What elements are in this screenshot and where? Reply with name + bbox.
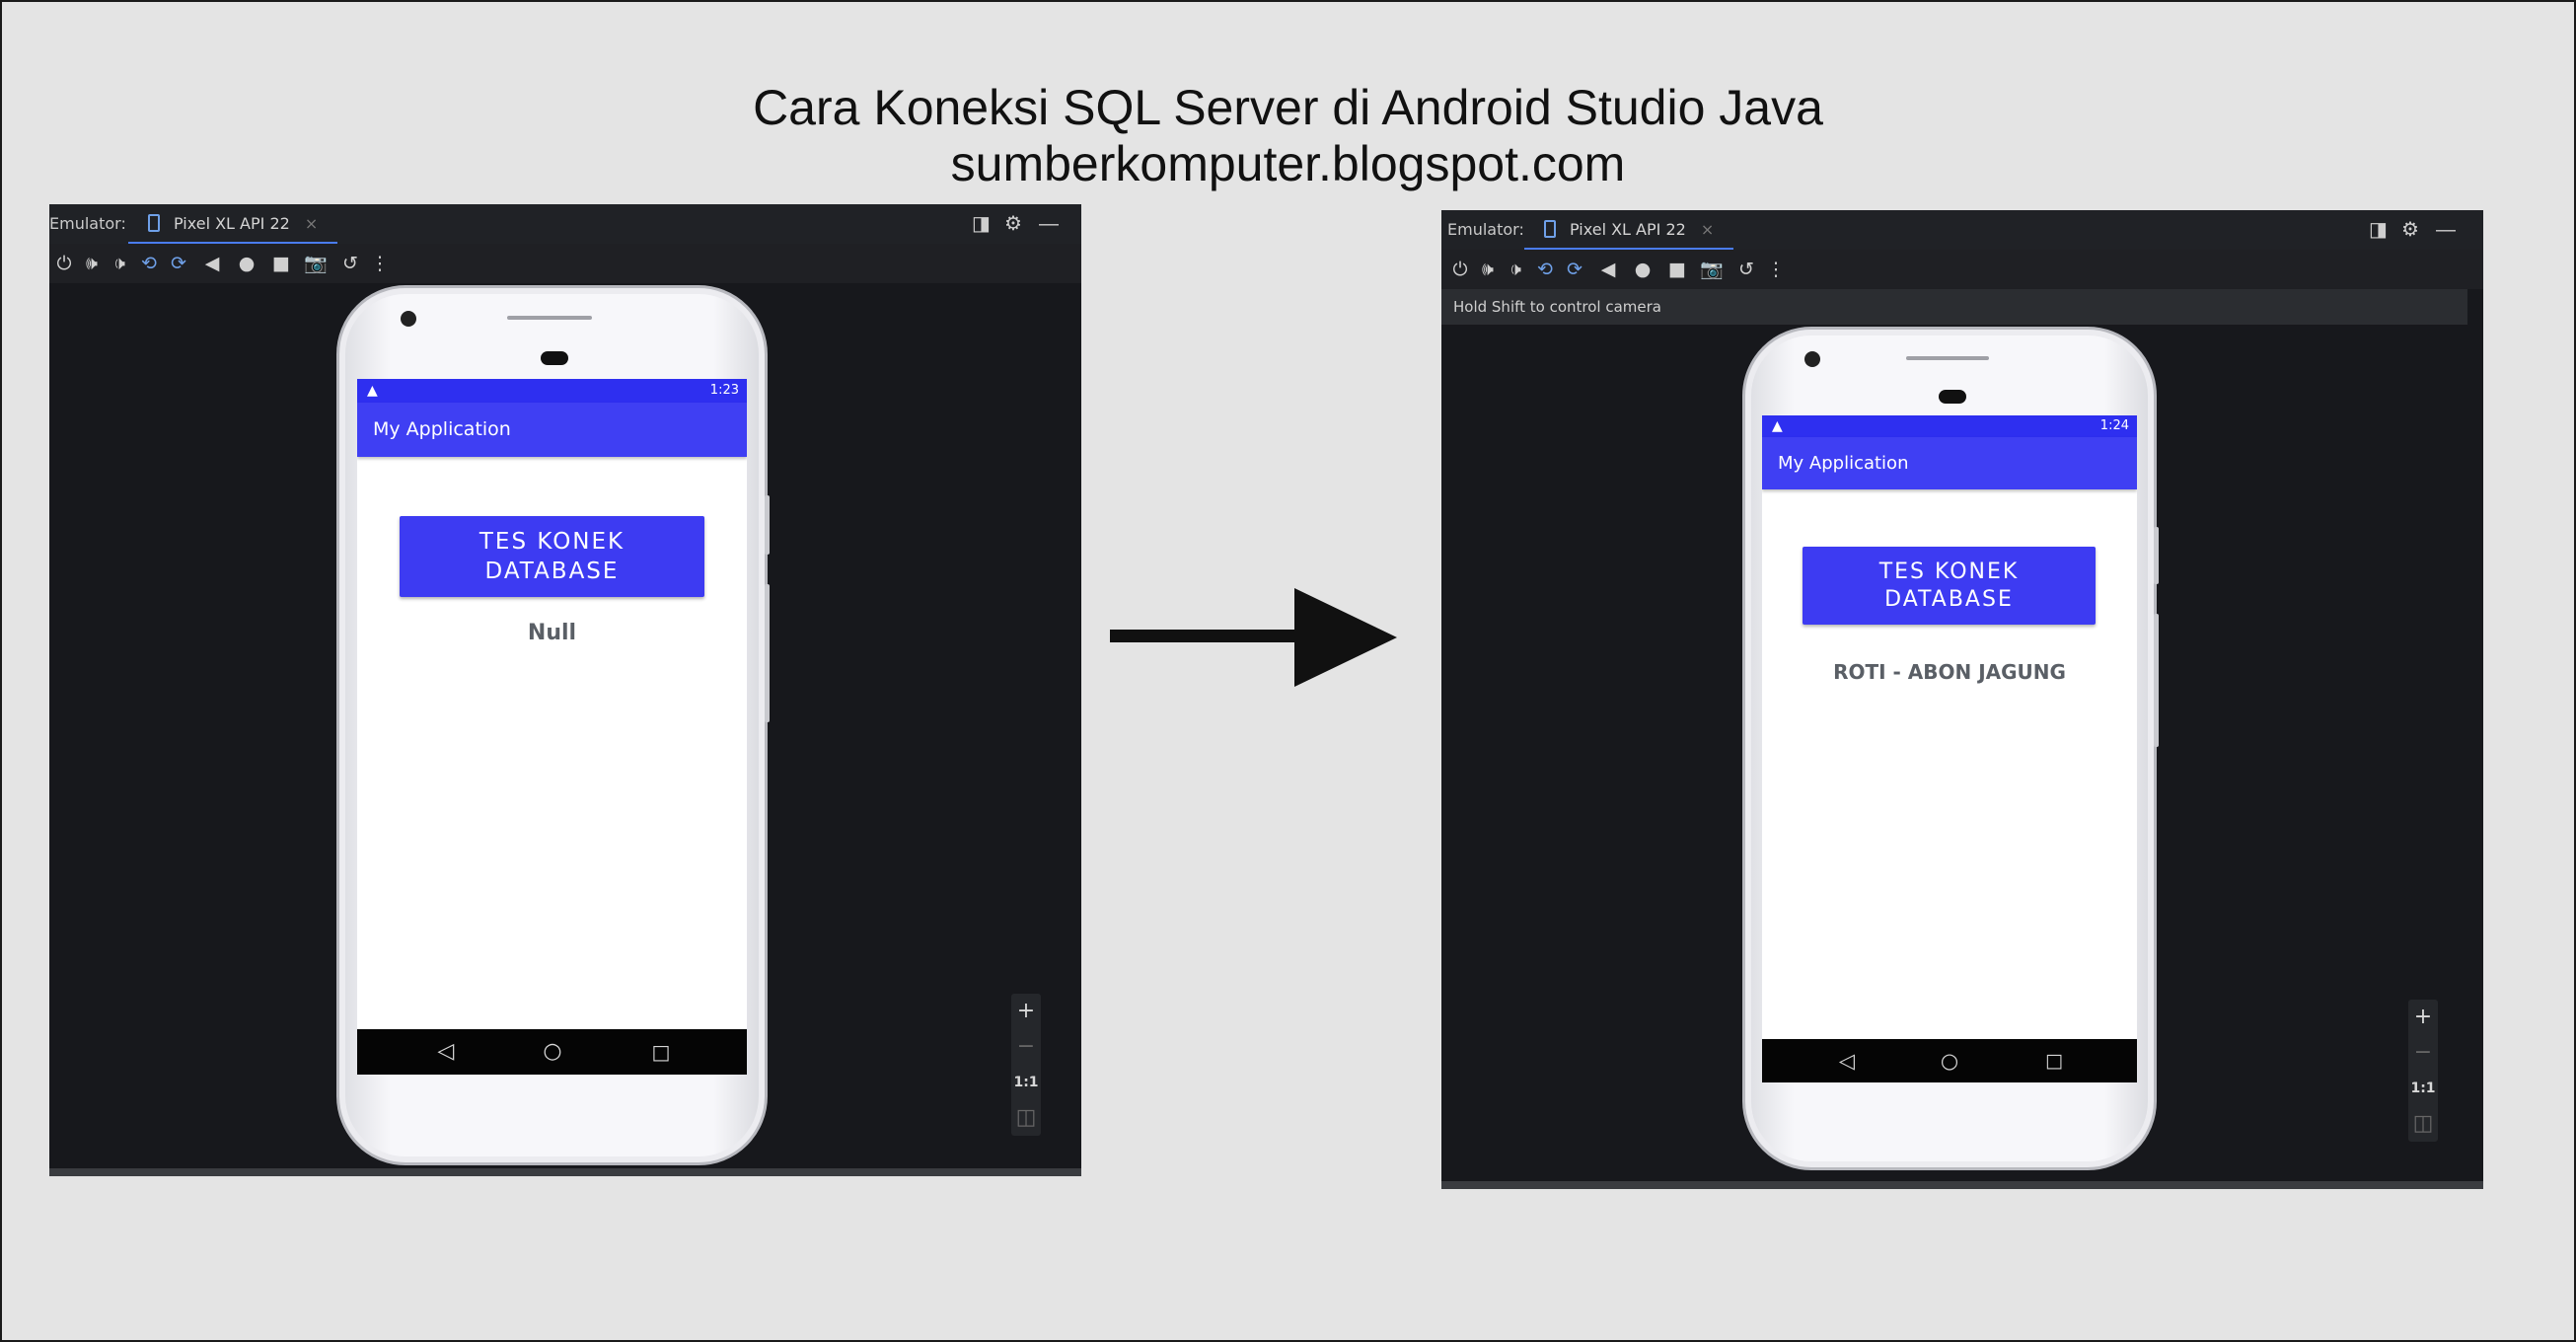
tab-label: Pixel XL API 22 bbox=[174, 214, 290, 233]
result-text: Null bbox=[527, 621, 577, 645]
page-title: Cara Koneksi SQL Server di Android Studi… bbox=[753, 80, 1823, 135]
minimize-icon[interactable]: — bbox=[1039, 204, 1059, 244]
restore-icon[interactable]: ◨ bbox=[972, 204, 991, 244]
rotate-left-icon[interactable]: ⟲ bbox=[134, 244, 164, 283]
phone-frame: ▲ 1:24 My Application TES KONEK DATABASE… bbox=[1742, 327, 2159, 1170]
tab-pixel-xl[interactable]: Pixel XL API 22 × bbox=[1524, 210, 1734, 250]
proximity-sensor bbox=[1939, 390, 1966, 404]
fit-screen-icon[interactable]: ◫ bbox=[1011, 1100, 1041, 1136]
zoom-out-button[interactable]: − bbox=[2408, 1035, 2438, 1071]
camera-hint-bar: Hold Shift to control camera bbox=[1441, 289, 2467, 325]
zoom-out-button[interactable]: − bbox=[1011, 1029, 1041, 1065]
actual-size-button[interactable]: 1:1 bbox=[2408, 1071, 2438, 1106]
emulator-tab-bar: Emulator: Pixel XL API 22 × ◨ ⚙ — bbox=[1441, 210, 2483, 251]
warning-icon: ▲ bbox=[1772, 418, 1783, 434]
phone-power-button bbox=[765, 495, 770, 555]
arrow-shaft bbox=[1110, 630, 1302, 642]
app-bar: My Application bbox=[357, 403, 747, 457]
test-connection-button[interactable]: TES KONEK DATABASE bbox=[400, 516, 704, 597]
screenshot-icon[interactable]: 📷 bbox=[301, 244, 331, 283]
more-icon[interactable]: ⋮ bbox=[365, 244, 395, 283]
test-connection-button[interactable]: TES KONEK DATABASE bbox=[1803, 547, 2096, 625]
test-connection-label: TES KONEK DATABASE bbox=[478, 529, 626, 584]
nav-home-icon[interactable]: ○ bbox=[535, 1029, 570, 1075]
zoom-controls: + − 1:1 ◫ bbox=[2408, 1000, 2438, 1142]
gear-icon[interactable]: ⚙ bbox=[1004, 204, 1022, 244]
power-icon[interactable]: ⏻ bbox=[1445, 250, 1475, 289]
overview-icon[interactable]: ■ bbox=[1662, 250, 1692, 289]
rotate-left-icon[interactable]: ⟲ bbox=[1530, 250, 1560, 289]
page-subtitle: sumberkomputer.blogspot.com bbox=[950, 136, 1626, 191]
front-camera bbox=[401, 311, 416, 327]
nav-back-icon[interactable]: ◁ bbox=[1829, 1039, 1865, 1082]
back-icon[interactable]: ◀ bbox=[197, 244, 227, 283]
emulator-bottom-strip bbox=[49, 1168, 1081, 1176]
volume-up-icon[interactable]: 🕪 bbox=[77, 244, 107, 283]
front-camera bbox=[1804, 351, 1820, 367]
overview-icon[interactable]: ■ bbox=[266, 244, 296, 283]
nav-recents-icon[interactable]: □ bbox=[643, 1029, 679, 1075]
volume-down-icon[interactable]: 🕩 bbox=[105, 244, 134, 283]
emulator-toolbar: ⏻ 🕪 🕩 ⟲ ⟳ ◀ ● ■ 📷 ↺ ⋮ bbox=[1441, 250, 2483, 289]
device-icon bbox=[1544, 220, 1556, 238]
nav-recents-icon[interactable]: □ bbox=[2036, 1039, 2072, 1082]
emulator-label: Emulator: bbox=[49, 214, 126, 233]
tab-label: Pixel XL API 22 bbox=[1570, 220, 1686, 239]
gear-icon[interactable]: ⚙ bbox=[2401, 210, 2419, 250]
rotate-right-icon[interactable]: ⟳ bbox=[1560, 250, 1589, 289]
speaker-grille bbox=[1906, 356, 1989, 360]
undo-icon[interactable]: ↺ bbox=[335, 244, 365, 283]
nav-back-icon[interactable]: ◁ bbox=[428, 1029, 464, 1075]
emulator-panel-left: Emulator: Pixel XL API 22 × ◨ ⚙ — ⏻ 🕪 🕩 … bbox=[49, 204, 1081, 1176]
volume-up-icon[interactable]: 🕪 bbox=[1473, 250, 1503, 289]
emulator-label: Emulator: bbox=[1447, 220, 1524, 239]
emulator-bottom-strip bbox=[1441, 1181, 2483, 1189]
volume-down-icon[interactable]: 🕩 bbox=[1501, 250, 1530, 289]
phone-volume-button bbox=[765, 584, 770, 722]
emulator-panel-right: Emulator: Pixel XL API 22 × ◨ ⚙ — ⏻ 🕪 🕩 … bbox=[1441, 210, 2483, 1189]
arrow-right-icon bbox=[1294, 588, 1397, 687]
undo-icon[interactable]: ↺ bbox=[1731, 250, 1761, 289]
phone-volume-button bbox=[2154, 614, 2159, 747]
zoom-in-button[interactable]: + bbox=[1011, 994, 1041, 1029]
phone-power-button bbox=[2154, 527, 2159, 584]
zoom-controls: + − 1:1 ◫ bbox=[1011, 994, 1041, 1136]
app-title: My Application bbox=[373, 418, 511, 440]
test-connection-label: TES KONEK DATABASE bbox=[1878, 559, 2020, 612]
status-time: 1:24 bbox=[2099, 418, 2129, 433]
phone-frame: ▲ 1:23 My Application TES KONEK DATABASE… bbox=[336, 285, 770, 1165]
rotate-right-icon[interactable]: ⟳ bbox=[164, 244, 193, 283]
app-bar: My Application bbox=[1762, 437, 2137, 489]
fit-screen-icon[interactable]: ◫ bbox=[2408, 1106, 2438, 1142]
status-time: 1:23 bbox=[709, 383, 739, 398]
actual-size-button[interactable]: 1:1 bbox=[1011, 1065, 1041, 1100]
more-icon[interactable]: ⋮ bbox=[1761, 250, 1791, 289]
phone-screen: ▲ 1:23 My Application TES KONEK DATABASE… bbox=[357, 379, 747, 1075]
proximity-sensor bbox=[541, 351, 568, 365]
back-icon[interactable]: ◀ bbox=[1593, 250, 1623, 289]
warning-icon: ▲ bbox=[367, 383, 378, 399]
home-icon[interactable]: ● bbox=[1628, 250, 1657, 289]
nav-bar: ◁ ○ □ bbox=[357, 1029, 747, 1075]
phone-screen: ▲ 1:24 My Application TES KONEK DATABASE… bbox=[1762, 415, 2137, 1082]
emulator-toolbar: ⏻ 🕪 🕩 ⟲ ⟳ ◀ ● ■ 📷 ↺ ⋮ bbox=[49, 244, 1081, 283]
tab-pixel-xl[interactable]: Pixel XL API 22 × bbox=[128, 204, 338, 244]
result-text: ROTI - ABON JAGUNG bbox=[1833, 660, 2066, 684]
screenshot-icon[interactable]: 📷 bbox=[1697, 250, 1727, 289]
device-icon bbox=[148, 214, 160, 232]
minimize-icon[interactable]: — bbox=[2436, 210, 2456, 250]
emulator-tab-bar: Emulator: Pixel XL API 22 × ◨ ⚙ — bbox=[49, 204, 1081, 245]
speaker-grille bbox=[507, 316, 592, 320]
nav-home-icon[interactable]: ○ bbox=[1932, 1039, 1967, 1082]
restore-icon[interactable]: ◨ bbox=[2369, 210, 2388, 250]
status-bar: ▲ 1:23 bbox=[357, 379, 747, 403]
zoom-in-button[interactable]: + bbox=[2408, 1000, 2438, 1035]
app-title: My Application bbox=[1778, 453, 1909, 474]
close-icon[interactable]: × bbox=[1701, 220, 1714, 239]
power-icon[interactable]: ⏻ bbox=[49, 244, 79, 283]
home-icon[interactable]: ● bbox=[232, 244, 261, 283]
status-bar: ▲ 1:24 bbox=[1762, 415, 2137, 437]
close-icon[interactable]: × bbox=[305, 214, 318, 233]
nav-bar: ◁ ○ □ bbox=[1762, 1039, 2137, 1082]
